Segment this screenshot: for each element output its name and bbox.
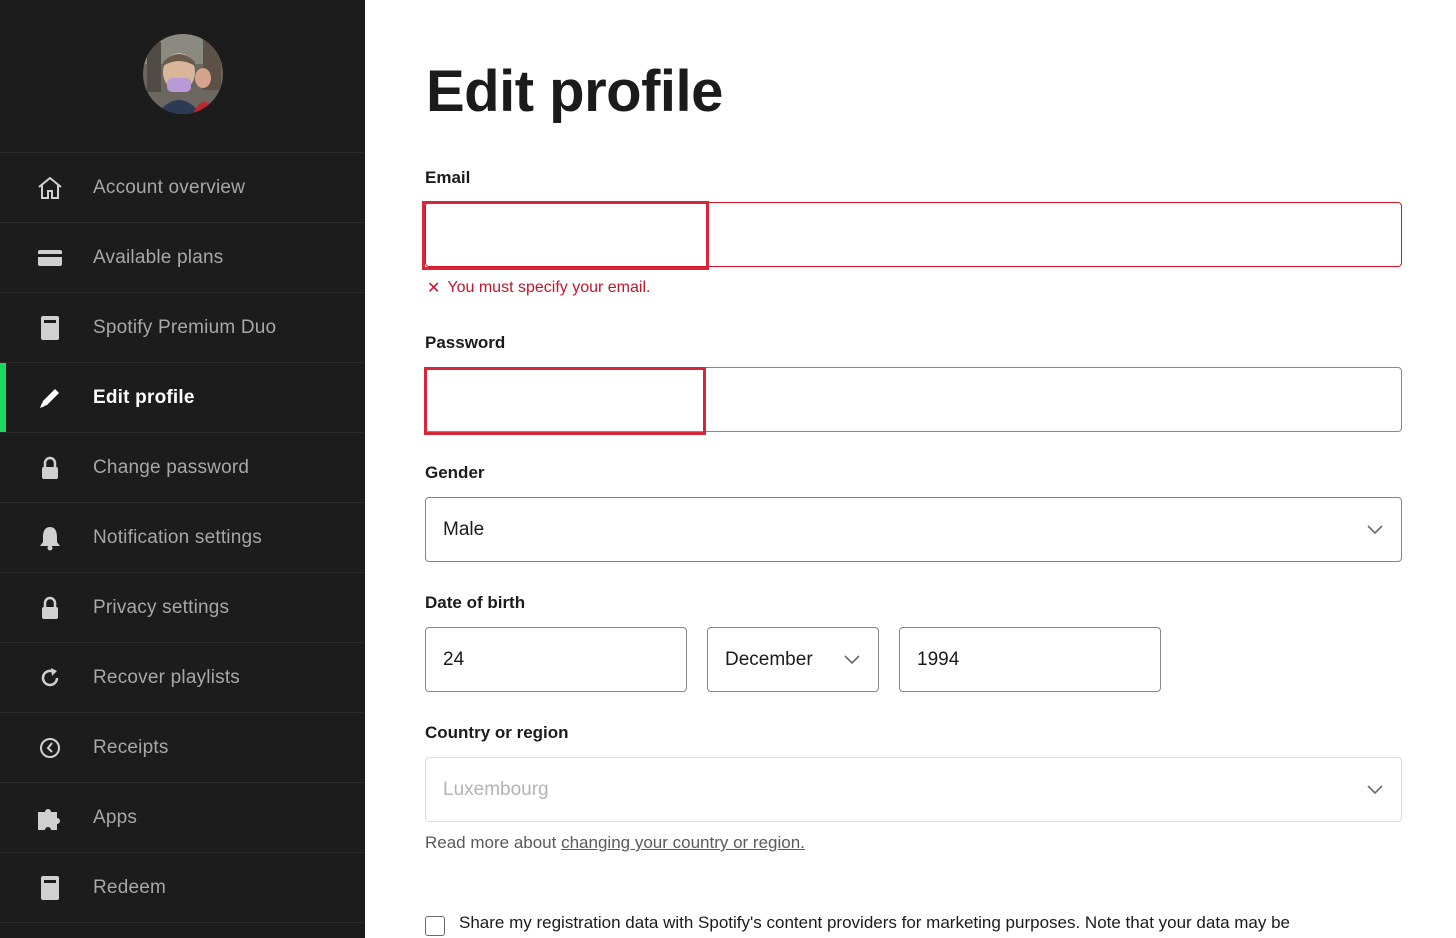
sidebar-item-label: Change password xyxy=(93,456,250,478)
email-field[interactable] xyxy=(425,202,1402,267)
sidebar-item-label: Spotify Premium Duo xyxy=(93,316,277,338)
main-content: Edit profile Email ✕ You must specify yo… xyxy=(365,0,1456,938)
sidebar-item-privacy-settings[interactable]: Privacy settings xyxy=(0,573,365,643)
chevron-down-icon xyxy=(1367,784,1383,794)
sidebar-item-label: Available plans xyxy=(93,246,224,268)
dob-month-value: December xyxy=(725,648,813,670)
receipt-icon xyxy=(36,314,64,342)
puzzle-icon xyxy=(36,804,64,832)
sidebar-item-label: Edit profile xyxy=(93,386,195,408)
error-x-icon: ✕ xyxy=(427,280,441,297)
dob-label: Date of birth xyxy=(425,593,526,612)
sidebar-item-apps[interactable]: Apps xyxy=(0,783,365,853)
refresh-icon xyxy=(36,664,64,692)
country-value: Luxembourg xyxy=(443,778,549,800)
chevron-down-icon xyxy=(1367,524,1383,534)
lock-icon xyxy=(36,594,64,622)
card-icon xyxy=(36,244,64,272)
avatar[interactable] xyxy=(143,34,223,114)
receipt-icon xyxy=(36,874,64,902)
dob-day-field[interactable]: 24 xyxy=(425,627,687,692)
dob-year-field[interactable]: 1994 xyxy=(899,627,1161,692)
bell-icon xyxy=(36,524,64,552)
dob-month-select[interactable]: December xyxy=(707,627,879,692)
email-label: Email xyxy=(425,168,471,187)
sidebar-item-label: Notification settings xyxy=(93,526,262,548)
gender-label: Gender xyxy=(425,463,485,482)
password-label: Password xyxy=(425,333,506,352)
marketing-consent-label: Share my registration data with Spotify'… xyxy=(459,913,1290,932)
sidebar-item-account-overview[interactable]: Account overview xyxy=(0,153,365,223)
country-help-text: Read more about changing your country or… xyxy=(425,833,805,853)
gender-value: Male xyxy=(443,518,485,540)
sidebar: Account overview Available plans Spotify… xyxy=(0,0,365,938)
sidebar-item-label: Recover playlists xyxy=(93,666,241,688)
sidebar-item-label: Redeem xyxy=(93,876,167,898)
clock-icon xyxy=(36,734,64,762)
country-label: Country or region xyxy=(425,723,569,742)
marketing-consent-checkbox[interactable] xyxy=(425,916,445,936)
sidebar-item-spotify-premium-duo[interactable]: Spotify Premium Duo xyxy=(0,293,365,363)
sidebar-nav: Account overview Available plans Spotify… xyxy=(0,152,365,923)
marketing-consent-row: Share my registration data with Spotify'… xyxy=(425,913,1290,936)
sidebar-item-label: Receipts xyxy=(93,736,169,758)
sidebar-item-redeem[interactable]: Redeem xyxy=(0,853,365,923)
sidebar-item-label: Apps xyxy=(93,806,138,828)
email-error-text: You must specify your email. xyxy=(447,279,651,296)
home-icon xyxy=(36,174,64,202)
chevron-down-icon xyxy=(844,654,860,664)
country-help-prefix: Read more about xyxy=(425,833,562,852)
email-error: ✕ You must specify your email. xyxy=(427,278,650,298)
country-help-link[interactable]: changing your country or region. xyxy=(561,833,805,852)
sidebar-item-recover-playlists[interactable]: Recover playlists xyxy=(0,643,365,713)
sidebar-item-notification-settings[interactable]: Notification settings xyxy=(0,503,365,573)
country-select: Luxembourg xyxy=(425,757,1402,822)
sidebar-item-receipts[interactable]: Receipts xyxy=(0,713,365,783)
sidebar-item-label: Privacy settings xyxy=(93,596,230,618)
password-field[interactable] xyxy=(425,367,1402,432)
pencil-icon xyxy=(36,384,64,412)
sidebar-item-available-plans[interactable]: Available plans xyxy=(0,223,365,293)
gender-select[interactable]: Male xyxy=(425,497,1402,562)
sidebar-item-edit-profile[interactable]: Edit profile xyxy=(0,363,365,433)
sidebar-item-change-password[interactable]: Change password xyxy=(0,433,365,503)
lock-icon xyxy=(36,454,64,482)
page-title: Edit profile xyxy=(426,59,723,124)
sidebar-item-label: Account overview xyxy=(93,176,246,198)
